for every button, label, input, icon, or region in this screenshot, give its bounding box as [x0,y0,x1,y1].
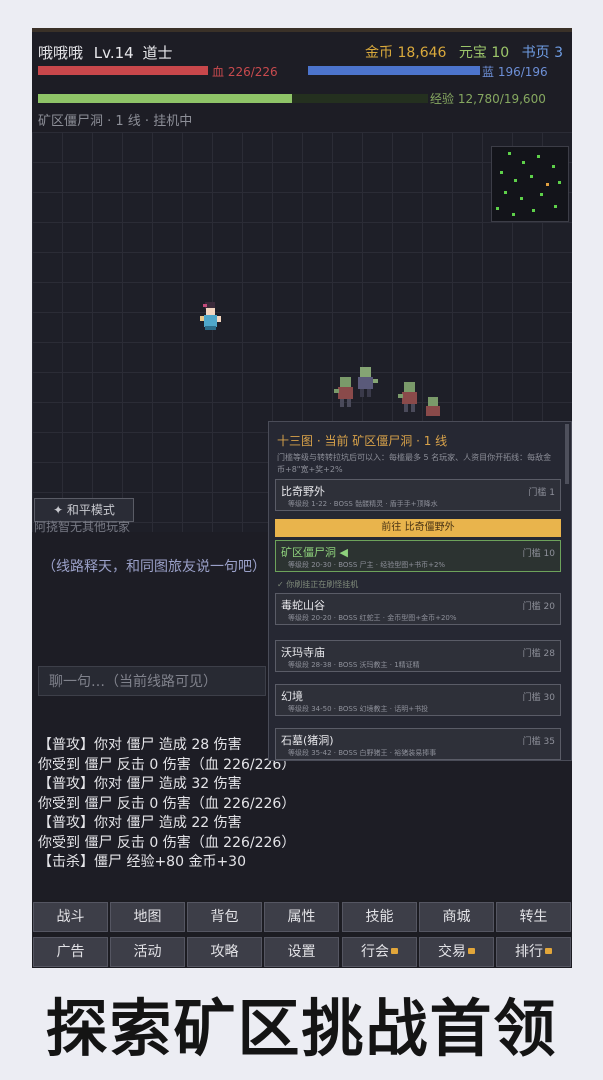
menu-button[interactable]: 转生 [496,902,571,932]
menu-button[interactable]: 排行 [496,937,571,967]
menu-button[interactable]: 行会 [342,937,417,967]
panel-title: 十三图 · 当前 矿区僵尸洞 · 1 线 [277,434,448,448]
zone-info: 等级段 35-42 · BOSS 白野猪王 · 裕猪装易捧事 [288,749,437,757]
panel-scrollbar[interactable] [565,424,569,484]
zone-row[interactable]: 比奇野外等级段 1-22 · BOSS 骷髅精灵 · 盾手手+顶降水 门槛 1 [275,479,561,511]
zombie-sprite[interactable] [334,377,353,407]
zone-threshold: 门槛 28 [522,649,555,659]
menu-button[interactable]: 背包 [187,902,262,932]
promo-banner-text: 探索矿区挑战首领 [45,992,558,1065]
menu-button-label: 攻略 [210,944,239,960]
menu-button-label: 广告 [56,944,85,960]
menu-button[interactable]: 商城 [419,902,494,932]
bottom-menu: 战斗 地图 背包 属性 技能 商城 转生广告 活动 攻略 设置 行会 交易 排行 [32,900,572,968]
log-line: 【击杀】僵尸 经验+80 金币+30 [38,854,246,870]
menu-button[interactable]: 技能 [342,902,417,932]
zone-select-panel: 十三图 · 当前 矿区僵尸洞 · 1 线 门槛等级与转转拉坑后可以入：每槛最多 … [268,421,572,761]
pages-amount: 书页 3 [521,45,563,61]
zone-threshold: 门槛 20 [522,602,555,612]
zone-threshold: 门槛 30 [522,693,555,703]
zone-name: 矿区僵尸洞 ◀ [281,546,348,559]
zone-info: 等级段 20-30 · BOSS 尸主 · 经验型图+书币+2% [288,561,446,569]
player-sprite[interactable] [200,302,221,330]
zone-threshold: 门槛 1 [528,488,555,498]
zombie-sprite[interactable] [398,382,417,412]
menu-button[interactable]: 地图 [110,902,185,932]
zone-row[interactable]: 毒蛇山谷等级段 20-20 · BOSS 红蛇王 · 金币型图+金币+20% 门槛… [275,593,561,625]
battle-log: 【普攻】你对 僵尸 造成 28 伤害你受到 僵尸 反击 0 伤害（血 226/2… [38,736,295,873]
location-status: 矿区僵尸洞 · 1 线 · 挂机中 [38,114,193,129]
menu-button-label: 战斗 [56,909,85,925]
log-line: 【普攻】你对 僵尸 造成 32 伤害 [38,776,242,792]
currency-bar: 金币 18,646 元宝 10 书页 3 [365,42,563,62]
zone-info: 等级段 28-38 · BOSS 沃玛教主 · 1精证精 [288,661,420,669]
zone-name: 比奇野外 [281,485,325,498]
player-name: 哦哦哦 [38,44,84,62]
menu-button-label: 行会 [361,944,389,960]
auto-battle-note: ✓ 你刷挂正在刷怪挂机 [277,580,359,589]
player-header: 哦哦哦 Lv.14 道士 [38,42,173,63]
chat-hint: （线路释天，和同图旅友说一句吧） [42,559,266,575]
zone-name: 石墓(猪洞) [281,734,334,747]
player-level: Lv.14 [93,44,134,62]
menu-button-label: 活动 [133,944,162,960]
zombie-sprite[interactable] [358,367,378,397]
log-line: 【普攻】你对 僵尸 造成 28 伤害 [38,737,242,753]
menu-button-label: 属性 [287,909,316,925]
menu-button-label: 地图 [133,909,162,925]
zone-row[interactable]: 石墓(猪洞) 等级段 35-42 · BOSS 白野猪王 · 裕猪装易捧事 门槛 3… [275,728,561,760]
lock-icon [545,948,552,954]
xp-text: 经验 12,780/19,600 [430,92,546,106]
zombie-sprite[interactable] [426,397,440,416]
chat-input[interactable]: 聊一句…（当前线路可见） [38,666,266,696]
yuanbao-amount: 元宝 10 [458,45,510,61]
menu-button[interactable]: 交易 [419,937,494,967]
lock-icon [391,948,398,954]
zone-row[interactable]: 矿区僵尸洞 ◀ 等级段 20-30 · BOSS 尸主 · 经验型图+书币+2% 门… [275,540,561,572]
log-line: 你受到 僵尸 反击 0 伤害（血 226/226） [38,834,296,851]
menu-button-label: 排行 [515,944,543,960]
zone-threshold: 门槛 10 [522,549,555,559]
lock-icon [468,948,475,954]
zone-info: 等级段 34-50 · BOSS 幻境教主 · 话明+书投 [288,705,429,713]
zone-row[interactable]: 沃玛寺庙等级段 28-38 · BOSS 沃玛教主 · 1精证精 门槛 28 [275,640,561,672]
menu-button-label: 技能 [365,909,394,925]
zone-name: 毒蛇山谷 [281,599,325,612]
top-border [32,28,572,32]
xp-bar [38,94,292,103]
log-line: 你受到 僵尸 反击 0 伤害（血 226/226） [38,756,296,773]
menu-button-label: 背包 [210,909,239,925]
zone-name: 沃玛寺庙 [281,646,325,659]
menu-button-label: 转生 [519,909,548,925]
menu-button[interactable]: 活动 [110,937,185,967]
menu-button-label: 交易 [438,944,466,960]
mp-bar [308,66,480,75]
log-line: 【普攻】你对 僵尸 造成 22 伤害 [38,815,242,831]
log-line: 你受到 僵尸 反击 0 伤害（血 226/226） [38,795,296,812]
zone-info: 等级段 20-20 · BOSS 红蛇王 · 金币型图+金币+20% [288,614,457,622]
goto-zone-button[interactable]: 前往 比奇僵野外 [275,519,561,537]
minimap[interactable] [491,146,569,222]
zone-name: 幻境 [281,690,303,703]
menu-button[interactable]: 战斗 [33,902,108,932]
menu-button-label: 商城 [442,909,471,925]
gold-amount: 金币 18,646 [365,45,447,61]
player-class: 道士 [142,44,173,62]
hp-bar [38,66,208,75]
panel-description: 门槛等级与转转拉坑后可以入：每槛最多 5 名玩家、人资目你开拓线：每敌金币+8"… [277,453,552,474]
menu-button[interactable]: 广告 [33,937,108,967]
menu-button[interactable]: 设置 [264,937,339,967]
zone-info: 等级段 1-22 · BOSS 骷髅精灵 · 盾手手+顶降水 [288,500,438,508]
mp-text: 蓝 196/196 [482,65,548,79]
menu-button[interactable]: 属性 [264,902,339,932]
menu-button[interactable]: 攻略 [187,937,262,967]
zone-threshold: 门槛 35 [522,737,555,747]
game-window: 哦哦哦 Lv.14 道士 金币 18,646 元宝 10 书页 3 血 226/… [32,28,572,968]
zone-row[interactable]: 幻境等级段 34-50 · BOSS 幻境教主 · 话明+书投 门槛 30 [275,684,561,716]
menu-button-label: 设置 [287,944,316,960]
peace-mode-hint: 阿挠智无其他玩家 [34,520,131,534]
hp-text: 血 226/226 [212,65,278,79]
